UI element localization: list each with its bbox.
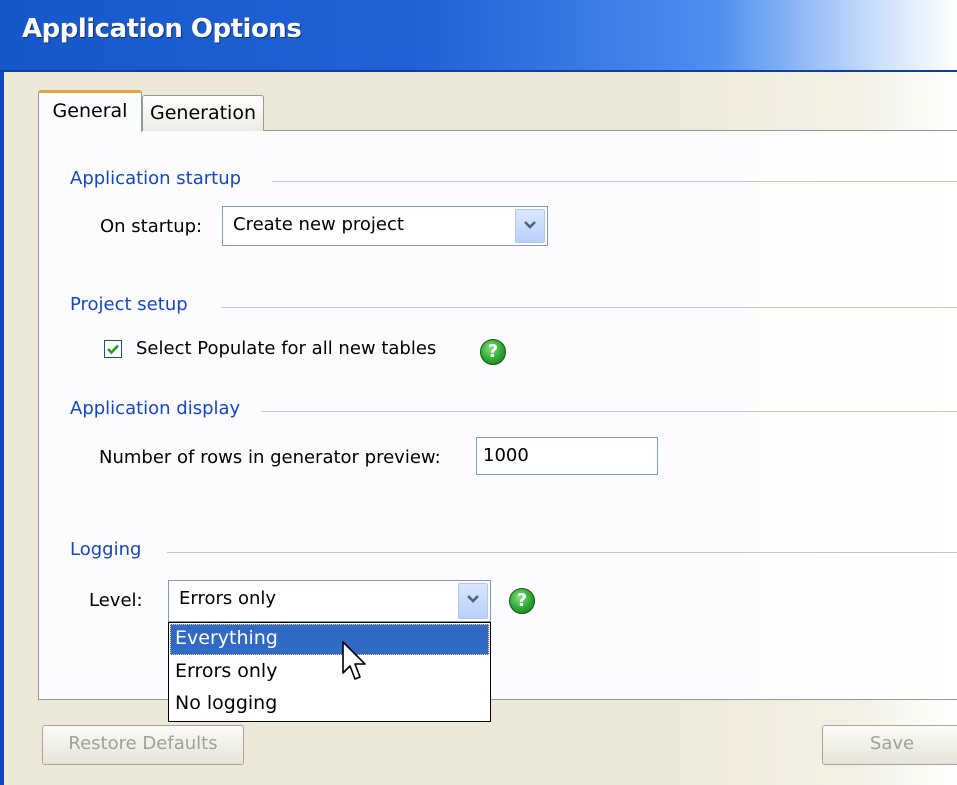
- populate-checkbox[interactable]: [104, 340, 122, 358]
- mouse-pointer-icon: [342, 641, 366, 680]
- logging-level-dropdown-list: Everything Errors only No logging: [168, 622, 491, 722]
- logging-level-dropdown-button[interactable]: [458, 583, 488, 619]
- dropdown-option-everything[interactable]: Everything: [170, 624, 489, 655]
- preview-rows-value: 1000: [483, 445, 529, 466]
- on-startup-label: On startup:: [100, 216, 203, 237]
- section-title-application-startup: Application startup: [70, 168, 242, 189]
- tab-general[interactable]: General: [38, 90, 142, 132]
- checkmark-icon: [107, 344, 119, 355]
- section-divider: [262, 411, 957, 412]
- chevron-down-icon: [524, 221, 536, 229]
- tab-general-label: General: [52, 100, 128, 122]
- title-bar[interactable]: Application Options: [0, 0, 957, 72]
- section-divider: [167, 552, 957, 553]
- dropdown-option-errors-only[interactable]: Errors only: [170, 657, 489, 688]
- chevron-down-icon: [467, 595, 479, 603]
- dropdown-option-no-logging[interactable]: No logging: [170, 689, 489, 720]
- window-title: Application Options: [22, 14, 302, 44]
- logging-level-label: Level:: [89, 590, 143, 611]
- section-title-project-setup: Project setup: [70, 294, 188, 315]
- preview-rows-label: Number of rows in generator preview:: [99, 447, 441, 468]
- on-startup-value: Create new project: [233, 214, 404, 235]
- help-icon[interactable]: ?: [480, 339, 506, 365]
- preview-rows-input[interactable]: 1000: [476, 437, 658, 475]
- on-startup-select[interactable]: Create new project: [222, 206, 548, 246]
- help-icon[interactable]: ?: [509, 588, 535, 614]
- on-startup-dropdown-button[interactable]: [515, 209, 545, 243]
- section-divider: [272, 181, 957, 182]
- section-title-logging: Logging: [70, 539, 142, 560]
- section-divider: [222, 307, 957, 308]
- tab-generation[interactable]: Generation: [142, 95, 264, 131]
- window-left-border: [0, 72, 4, 785]
- section-title-application-display: Application display: [70, 398, 241, 419]
- populate-label: Select Populate for all new tables: [136, 338, 437, 359]
- save-button[interactable]: Save: [822, 725, 957, 765]
- application-options-window: Application Options General Generation A…: [0, 0, 957, 785]
- restore-defaults-button[interactable]: Restore Defaults: [42, 725, 244, 765]
- tab-generation-label: Generation: [150, 102, 256, 124]
- logging-level-value: Errors only: [179, 588, 277, 609]
- logging-level-select[interactable]: Errors only: [168, 580, 491, 622]
